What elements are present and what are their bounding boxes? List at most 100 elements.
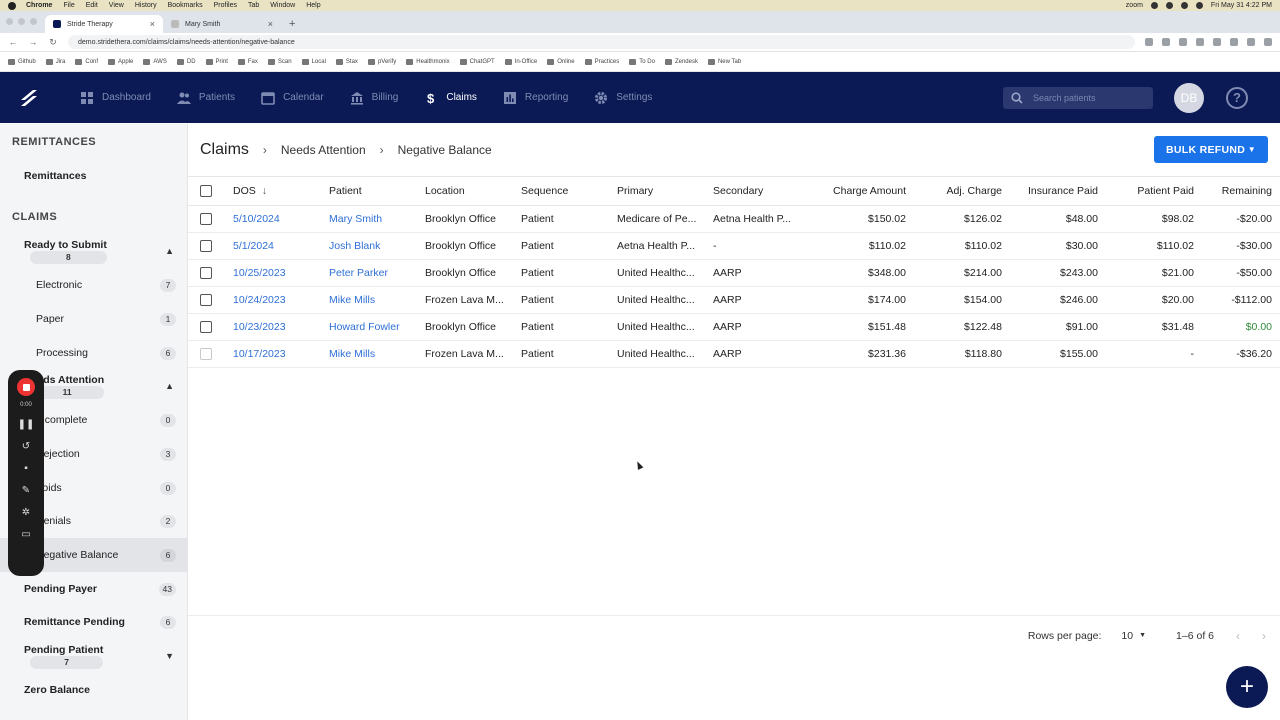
draw-icon[interactable]: ✎ xyxy=(22,486,30,496)
nav-patients[interactable]: Patients xyxy=(176,91,235,105)
extension-icon[interactable] xyxy=(1196,38,1204,46)
dos-link[interactable]: 10/25/2023 xyxy=(233,259,329,287)
search-patients-input[interactable] xyxy=(1033,92,1143,103)
sidebar-item-paper[interactable]: Paper 1 xyxy=(0,302,187,336)
bookmark-item[interactable]: In-Office xyxy=(504,58,537,65)
browser-tab-stride[interactable]: Stride Therapy × xyxy=(45,15,163,33)
status-icon[interactable] xyxy=(1150,2,1158,9)
sidebar-item-zero-balance[interactable]: Zero Balance xyxy=(0,673,187,707)
bookmark-item[interactable]: Stax xyxy=(335,58,358,65)
add-fab-button[interactable]: + xyxy=(1226,666,1268,708)
dos-link[interactable]: 10/23/2023 xyxy=(233,313,329,341)
mac-menu-item[interactable]: Edit xyxy=(86,2,98,9)
forward-icon[interactable]: → xyxy=(28,37,38,47)
restart-icon[interactable]: ↺ xyxy=(22,442,30,452)
column-header-sequence[interactable]: Sequence xyxy=(521,176,617,206)
mac-menu-item[interactable]: File xyxy=(63,2,74,9)
bookmark-item[interactable]: Online xyxy=(547,58,575,65)
column-header-primary[interactable]: Primary xyxy=(617,176,713,206)
bookmark-item[interactable]: Scan xyxy=(267,58,292,65)
mac-menu-item[interactable]: Profiles xyxy=(214,2,237,9)
clock[interactable]: Fri May 31 4:22 PM xyxy=(1211,2,1272,9)
column-header-dos[interactable]: DOS ↓ xyxy=(233,176,329,206)
nav-calendar[interactable]: Calendar xyxy=(261,91,324,105)
bookmark-item[interactable]: Conf xyxy=(75,58,98,65)
bookmark-item[interactable]: Github xyxy=(8,58,36,65)
previous-page-icon[interactable]: ‹ xyxy=(1236,629,1240,643)
table-row[interactable]: 10/23/2023 Howard Fowler Brooklyn Office Pa… xyxy=(188,313,1280,341)
row-checkbox[interactable] xyxy=(200,321,212,334)
pause-icon[interactable]: ❚❚ xyxy=(18,420,35,430)
bookmark-item[interactable]: Local xyxy=(301,58,326,65)
column-header-secondary[interactable]: Secondary xyxy=(713,176,809,206)
table-row[interactable]: 10/17/2023 Mike Mills Frozen Lava M... Pati… xyxy=(188,340,1280,368)
column-header-patient-paid[interactable]: Patient Paid xyxy=(1098,176,1194,206)
row-checkbox[interactable] xyxy=(200,294,212,307)
table-row[interactable]: 5/10/2024 Mary Smith Brooklyn Office Patien… xyxy=(188,205,1280,233)
dos-link[interactable]: 10/17/2023 xyxy=(233,340,329,368)
breadcrumb-needs-attention[interactable]: Needs Attention xyxy=(281,143,366,157)
sidebar-item-ready-to-submit[interactable]: Ready to Submit 8 ▲ xyxy=(0,234,187,268)
bulk-refund-button[interactable]: BULK REFUND ▼ xyxy=(1154,136,1268,163)
nav-dashboard[interactable]: Dashboard xyxy=(80,91,151,105)
column-header-remaining[interactable]: Remaining xyxy=(1194,176,1280,206)
nav-claims[interactable]: $ Claims xyxy=(424,91,477,105)
row-checkbox[interactable] xyxy=(200,213,212,226)
nav-billing[interactable]: Billing xyxy=(350,91,398,105)
row-checkbox[interactable] xyxy=(200,240,212,253)
browser-tab-mary-smith[interactable]: Mary Smith × xyxy=(163,15,281,33)
table-row[interactable]: 10/25/2023 Peter Parker Brooklyn Office Pat… xyxy=(188,259,1280,287)
url-field[interactable]: demo.stridethera.com/claims/claims/needs… xyxy=(68,35,1135,49)
battery-icon[interactable] xyxy=(1180,2,1188,9)
sidebar-item-electronic[interactable]: Electronic 7 xyxy=(0,268,187,302)
column-header-adj-charge[interactable]: Adj. Charge xyxy=(906,176,1002,206)
dos-link[interactable]: 5/1/2024 xyxy=(233,232,329,260)
bookmark-item[interactable]: Print xyxy=(205,58,228,65)
mac-menu-item[interactable]: View xyxy=(109,2,124,9)
caret-down-icon[interactable]: ▼ xyxy=(1248,145,1256,154)
bookmark-star-icon[interactable] xyxy=(1162,38,1170,46)
zoom-status[interactable]: zoom xyxy=(1126,2,1143,9)
bookmark-item[interactable]: Zendesk xyxy=(664,58,698,65)
next-page-icon[interactable]: › xyxy=(1262,629,1266,643)
patient-link[interactable]: Peter Parker xyxy=(329,259,425,287)
select-all-checkbox[interactable] xyxy=(200,185,212,198)
breadcrumb-claims[interactable]: Claims xyxy=(200,141,249,159)
patient-link[interactable]: Josh Blank xyxy=(329,232,425,260)
apple-icon[interactable] xyxy=(8,1,16,10)
nav-settings[interactable]: Settings xyxy=(594,91,652,105)
sidebar-item-remittances[interactable]: Remittances xyxy=(0,159,187,193)
rows-per-page-select[interactable]: 10 xyxy=(1121,630,1133,642)
sidebar-item-processing[interactable]: Processing 6 xyxy=(0,336,187,370)
bookmark-item[interactable]: Practices xyxy=(584,58,619,65)
maximize-window-icon[interactable] xyxy=(30,18,37,25)
search-icon[interactable] xyxy=(1195,2,1203,9)
close-tab-icon[interactable]: × xyxy=(268,19,273,29)
caret-down-icon[interactable]: ▼ xyxy=(1139,632,1146,639)
profile-icon[interactable] xyxy=(1247,38,1255,46)
download-icon[interactable] xyxy=(1230,38,1238,46)
search-patients[interactable] xyxy=(1003,86,1153,109)
bookmark-item[interactable]: Jira xyxy=(45,58,65,65)
extension-icon[interactable] xyxy=(1213,38,1221,46)
mac-menu-item[interactable]: Chrome xyxy=(26,2,52,9)
sidebar-item-remittance-pending[interactable]: Remittance Pending 6 xyxy=(0,605,187,639)
user-avatar[interactable]: DB xyxy=(1174,82,1204,113)
effects-icon[interactable]: ✲ xyxy=(22,508,30,518)
column-header-insurance-paid[interactable]: Insurance Paid xyxy=(1002,176,1098,206)
row-checkbox[interactable] xyxy=(200,267,212,280)
column-header-charge-amount[interactable]: Charge Amount xyxy=(809,176,906,206)
sort-arrow-icon[interactable]: ↓ xyxy=(262,185,267,197)
bookmark-item[interactable]: New Tab xyxy=(707,58,741,65)
bookmark-item[interactable]: ChatGPT xyxy=(459,58,495,65)
chevron-up-icon[interactable]: ▲ xyxy=(165,246,174,256)
column-header-patient[interactable]: Patient xyxy=(329,176,425,206)
bookmark-item[interactable]: Apple xyxy=(108,58,133,65)
close-tab-icon[interactable]: × xyxy=(150,19,155,29)
stride-logo-icon[interactable] xyxy=(18,87,40,109)
wifi-icon[interactable] xyxy=(1165,2,1173,9)
mac-menu-item[interactable]: Window xyxy=(270,2,295,9)
sidebar-item-pending-patient[interactable]: Pending Patient 7 ▼ xyxy=(0,639,187,673)
close-window-icon[interactable] xyxy=(6,18,13,25)
minimize-window-icon[interactable] xyxy=(18,18,25,25)
